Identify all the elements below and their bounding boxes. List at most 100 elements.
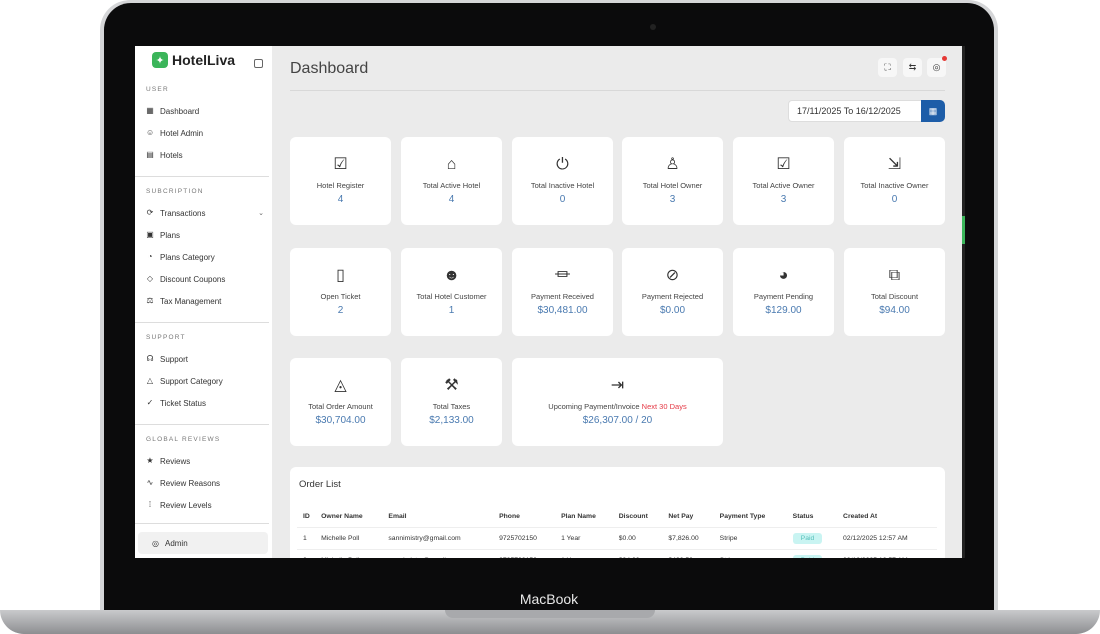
table-cell: $490.50	[662, 549, 713, 558]
card-value: $26,307.00 / 20	[512, 415, 723, 426]
table-cell: Michelle Poll	[315, 527, 382, 549]
arrow-in-icon: ⇲	[844, 155, 945, 175]
logo-icon	[152, 52, 168, 68]
scrollbar[interactable]	[962, 46, 965, 558]
sidebar-item[interactable]: ◔ Plans Category	[146, 250, 264, 264]
brand-name: HotelLiva	[172, 52, 235, 68]
divider	[290, 90, 945, 91]
stat-card[interactable]: ⏻Total Inactive Hotel0	[512, 137, 613, 225]
card-value: 2	[290, 305, 391, 316]
sidebar-item[interactable]: ∿Review Reasons	[146, 476, 264, 490]
card-label: Total Order Amount	[308, 402, 373, 411]
grid-icon: ▦	[146, 107, 154, 115]
card-value: 3	[622, 194, 723, 205]
card-label: Total Hotel Customer	[416, 292, 486, 301]
notification-dot	[942, 56, 947, 61]
sidebar-item[interactable]: ▦Dashboard	[146, 104, 264, 118]
store-icon: ▤	[146, 151, 154, 159]
card-label: Payment Pending	[754, 292, 813, 301]
stat-card[interactable]: ☑Total Active Owner3	[733, 137, 834, 225]
sidebar-item-label: Support	[160, 355, 188, 364]
table-cell: 1 Year	[555, 527, 613, 549]
stat-card[interactable]: ⇥ Upcoming Payment/Invoice Next 30 Days $2…	[512, 358, 723, 446]
sidebar-item[interactable]: ▣ Plans	[146, 228, 264, 242]
chevron-down-icon: ⌄	[258, 209, 264, 217]
calendar-button[interactable]: ▦	[921, 100, 945, 122]
sidebar-item[interactable]: ★ Reviews	[146, 454, 264, 468]
stat-card[interactable]: ⌂Total Active Hotel4	[401, 137, 502, 225]
drop-icon: ◬	[290, 376, 391, 396]
star-icon: ★	[146, 457, 154, 465]
card-value: 3	[733, 194, 834, 205]
pie-icon: ◔	[146, 253, 154, 261]
table-cell: 02/12/2025 12:57 AM	[837, 549, 937, 558]
sidebar-item[interactable]: ☺ Hotel Admin	[146, 126, 264, 140]
card-value: 4	[290, 194, 391, 205]
card-label: Total Discount	[871, 292, 918, 301]
sidebar-toggle-icon[interactable]	[254, 59, 263, 68]
column-header: Status	[787, 507, 837, 527]
sidebar-item[interactable]: ⟳Transactions⌄	[146, 206, 264, 220]
pulse-icon: ∿	[146, 479, 154, 487]
stat-card[interactable]: ⏛Payment Received$30,481.00	[512, 248, 613, 336]
sidebar-section-title: GLOBAL REVIEWS	[146, 436, 220, 443]
card-label: Total Inactive Hotel	[531, 181, 594, 190]
sidebar-item[interactable]: △Support Category	[146, 374, 264, 388]
stat-card[interactable]: ⇲Total Inactive Owner0	[844, 137, 945, 225]
headset-icon: ☊	[146, 355, 154, 363]
switch-button[interactable]: ⇆	[903, 58, 922, 77]
logo[interactable]: HotelLiva	[152, 52, 235, 68]
users-icon: ☺	[146, 129, 154, 137]
table-cell: 2	[297, 549, 315, 558]
sidebar-item-label: Transactions	[160, 209, 206, 218]
stat-card[interactable]: ☻Total Hotel Customer1	[401, 248, 502, 336]
table-cell: 1 Year	[555, 549, 613, 558]
sidebar-item[interactable]: ☊ Support	[146, 352, 264, 366]
camera	[650, 24, 656, 30]
sidebar-item[interactable]: ⁞Review Levels	[146, 498, 264, 512]
user-icon: ◎	[152, 539, 159, 548]
stat-card[interactable]: ◕Payment Pending$129.00	[733, 248, 834, 336]
stat-card[interactable]: ◬Total Order Amount$30,704.00	[290, 358, 391, 446]
sidebar-item[interactable]: ◇Discount Coupons	[146, 272, 264, 286]
column-header: Plan Name	[555, 507, 613, 527]
calendar-arrow-icon: ⇥	[512, 376, 723, 396]
sidebar-item[interactable]: ✓Ticket Status	[146, 396, 264, 410]
laptop-notch	[445, 610, 655, 618]
stat-card[interactable]: ♙Total Hotel Owner3	[622, 137, 723, 225]
sidebar-item-label: Hotel Admin	[160, 129, 203, 138]
table-row[interactable]: 2Michelle Pollsannimistry@gmail.com97257…	[297, 549, 937, 558]
stat-card[interactable]: ⧉Total Discount$94.00	[844, 248, 945, 336]
card-highlight: Next 30 Days	[642, 402, 687, 411]
stat-card[interactable]: ⚒Total Taxes$2,133.00	[401, 358, 502, 446]
card-label: Total Hotel Owner	[643, 181, 703, 190]
table-cell: 9725702150	[493, 527, 555, 549]
sidebar-item-label: Hotels	[160, 151, 183, 160]
date-range-input[interactable]: 17/11/2025 To 16/12/2025	[788, 100, 922, 122]
card-label: Upcoming Payment/Invoice	[548, 402, 639, 411]
table-cell: 1	[297, 527, 315, 549]
pie-icon: ◕	[733, 266, 834, 286]
fullscreen-button[interactable]: ⛶	[878, 58, 897, 77]
sidebar-item[interactable]: ▤ Hotels	[146, 148, 264, 162]
sidebar-item[interactable]: ⚖Tax Management	[146, 294, 264, 308]
card-label: Payment Rejected	[642, 292, 703, 301]
checklist-icon: ☑	[290, 155, 391, 175]
user-menu[interactable]: ◎Admin	[138, 532, 268, 554]
levels-icon: ⁞	[146, 501, 154, 509]
card-label: Total Inactive Owner	[861, 181, 929, 190]
ticket-icon: ⧉	[844, 266, 945, 286]
sidebar-item-label: Reviews	[160, 457, 190, 466]
stat-card[interactable]: ☑Hotel Register4	[290, 137, 391, 225]
plan-icon: ▣	[146, 231, 154, 239]
sidebar-item-label: Plans	[160, 231, 180, 240]
table-row[interactable]: 1Michelle Pollsannimistry@gmail.com97257…	[297, 527, 937, 549]
column-header: Owner Name	[315, 507, 382, 527]
checkbox-icon: ☑	[733, 155, 834, 175]
stat-card[interactable]: ▯Open Ticket2	[290, 248, 391, 336]
sidebar-item-label: Plans Category	[160, 253, 215, 262]
table-cell: sannimistry@gmail.com	[382, 549, 493, 558]
stat-card[interactable]: ⊘Payment Rejected$0.00	[622, 248, 723, 336]
order-list-card: Order List IDOwner NameEmailPhonePlan Na…	[290, 467, 945, 558]
card-label: Payment Received	[531, 292, 594, 301]
